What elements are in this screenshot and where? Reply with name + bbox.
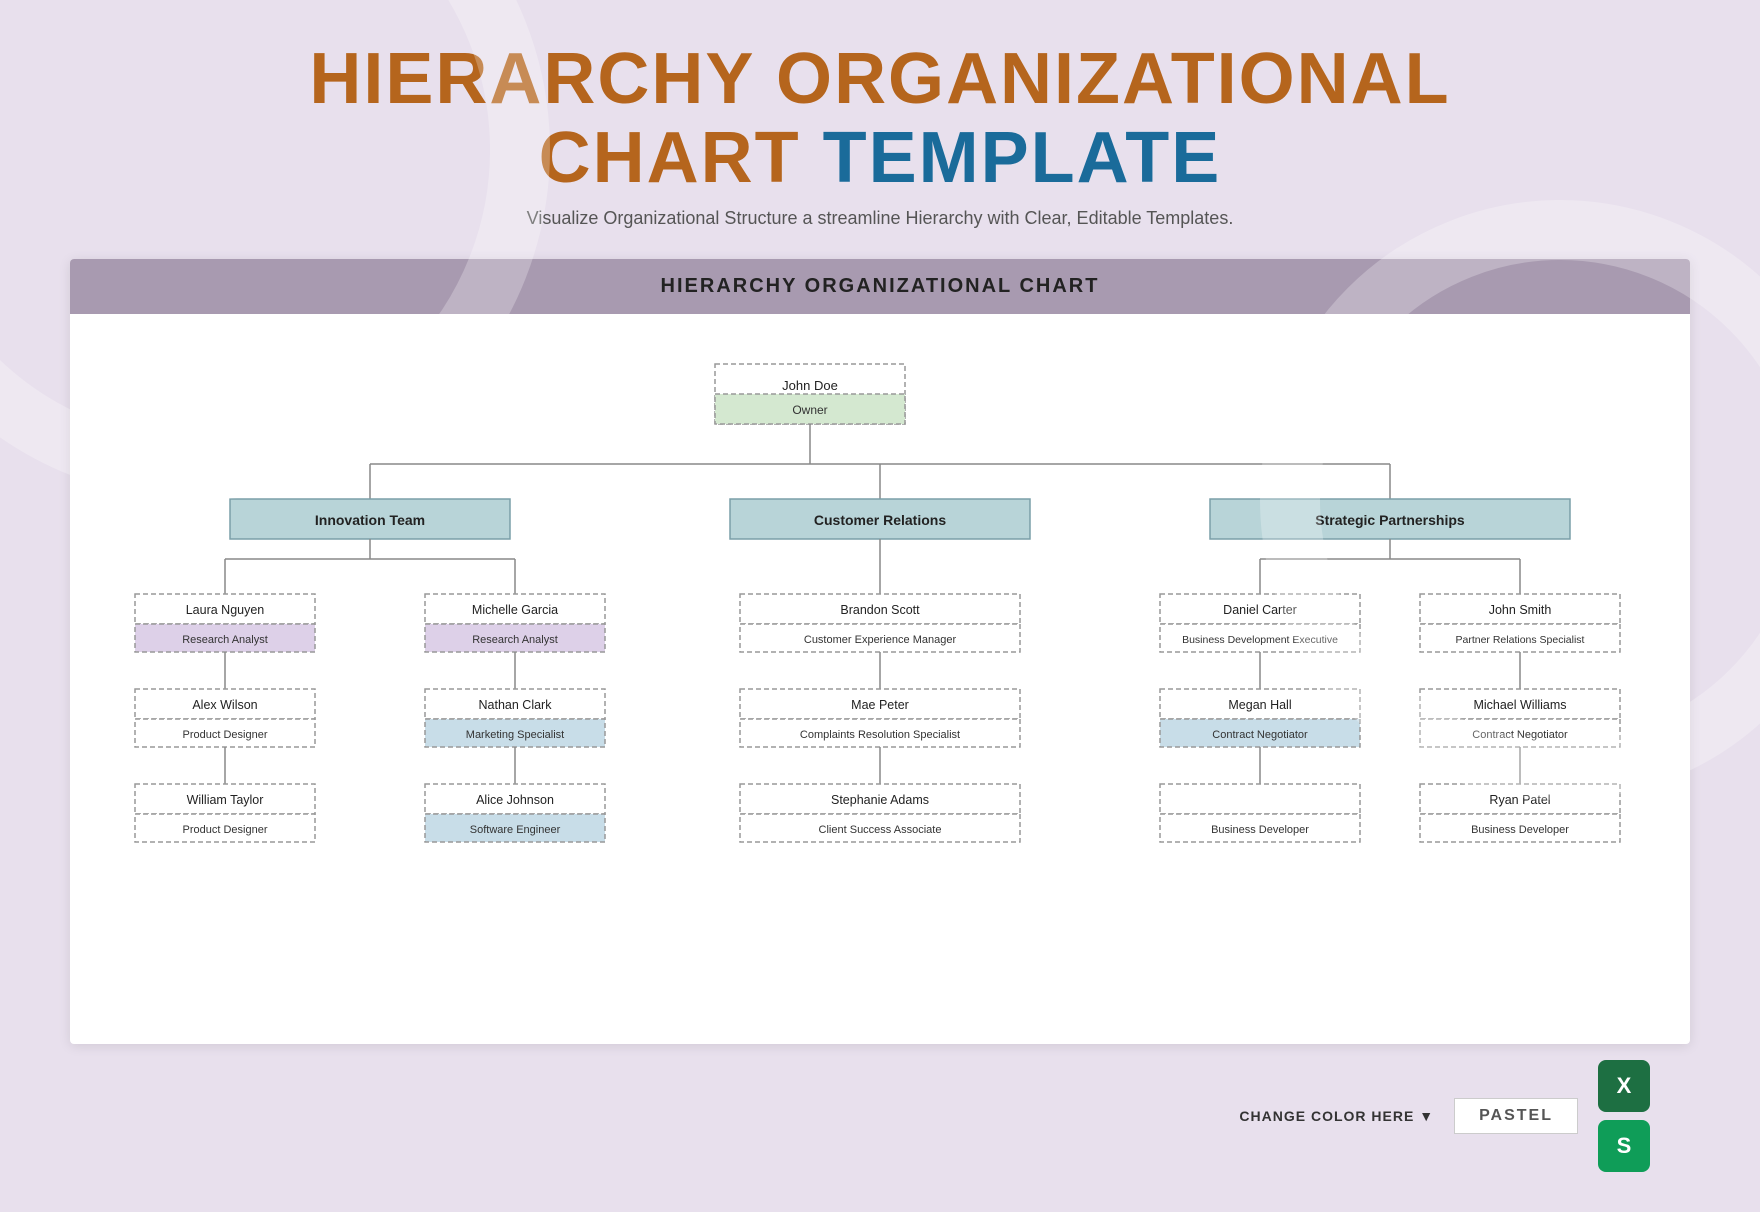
chart-body: John Doe Owner Innovation Team [70, 314, 1690, 1044]
michael-williams-role: Contract Negotiator [1472, 729, 1568, 741]
subtitle: Visualize Organizational Structure a str… [309, 208, 1450, 229]
megan-hall-name: Megan Hall [1228, 698, 1291, 712]
app-icons: X S [1598, 1060, 1650, 1172]
org-chart-svg: John Doe Owner Innovation Team [100, 344, 1660, 1004]
bottom-area: CHANGE COLOR HERE ▼ PASTEL X S [70, 1060, 1690, 1172]
stephanie-adams-role: Client Success Associate [819, 824, 942, 836]
nathan-clark-role: Marketing Specialist [466, 729, 564, 741]
william-taylor-name: William Taylor [187, 793, 264, 807]
sheets-icon[interactable]: S [1598, 1120, 1650, 1172]
stephanie-adams-name: Stephanie Adams [831, 793, 929, 807]
root-name: John Doe [782, 378, 838, 393]
michael-williams-name: Michael Williams [1473, 698, 1566, 712]
michelle-garcia-name: Michelle Garcia [472, 603, 558, 617]
chart-card: HIERARCHY ORGANIZATIONAL CHART John Doe … [70, 259, 1690, 1044]
nathan-clark-name: Nathan Clark [479, 698, 553, 712]
ryan-patel-name: Ryan Patel [1489, 793, 1550, 807]
color-selector[interactable]: PASTEL [1454, 1098, 1578, 1134]
john-smith-role: Partner Relations Specialist [1456, 634, 1585, 646]
title-area: HIERARCHY ORGANIZATIONAL CHART TEMPLATE … [309, 40, 1450, 229]
page-container: HIERARCHY ORGANIZATIONAL CHART TEMPLATE … [0, 0, 1760, 1212]
dept-strategic: Strategic Partnerships [1315, 512, 1465, 528]
title-line2: CHART TEMPLATE [309, 119, 1450, 198]
excel-icon[interactable]: X [1598, 1060, 1650, 1112]
megan-hall-role: Contract Negotiator [1212, 729, 1308, 741]
john-smith-name: John Smith [1489, 603, 1552, 617]
color-change-label: CHANGE COLOR HERE ▼ [1239, 1108, 1434, 1124]
title-word-chart: CHART [539, 118, 801, 198]
ryan-patel-role: Business Developer [1471, 824, 1569, 836]
mae-peter-role: Complaints Resolution Specialist [800, 729, 960, 741]
alice-johnson-role: Software Engineer [470, 824, 561, 836]
biz-dev-dc-role: Business Developer [1211, 824, 1309, 836]
dept-customer: Customer Relations [814, 512, 946, 528]
laura-nguyen-name: Laura Nguyen [186, 603, 265, 617]
daniel-carter-name: Daniel Carter [1223, 603, 1297, 617]
chart-header: HIERARCHY ORGANIZATIONAL CHART [70, 259, 1690, 314]
alice-johnson-name: Alice Johnson [476, 793, 554, 807]
laura-nguyen-role: Research Analyst [182, 634, 268, 646]
dept-innovation: Innovation Team [315, 512, 425, 528]
mae-peter-name: Mae Peter [851, 698, 909, 712]
william-taylor-role: Product Designer [183, 824, 268, 836]
daniel-carter-role: Business Development Executive [1182, 634, 1338, 646]
alex-wilson-role: Product Designer [183, 729, 268, 741]
root-role: Owner [792, 403, 827, 417]
brandon-scott-name: Brandon Scott [840, 603, 920, 617]
brandon-scott-role: Customer Experience Manager [804, 634, 957, 646]
title-line1: HIERARCHY ORGANIZATIONAL [309, 40, 1450, 119]
alex-wilson-name: Alex Wilson [192, 698, 257, 712]
michelle-garcia-role: Research Analyst [472, 634, 558, 646]
title-word-template: TEMPLATE [823, 118, 1222, 198]
